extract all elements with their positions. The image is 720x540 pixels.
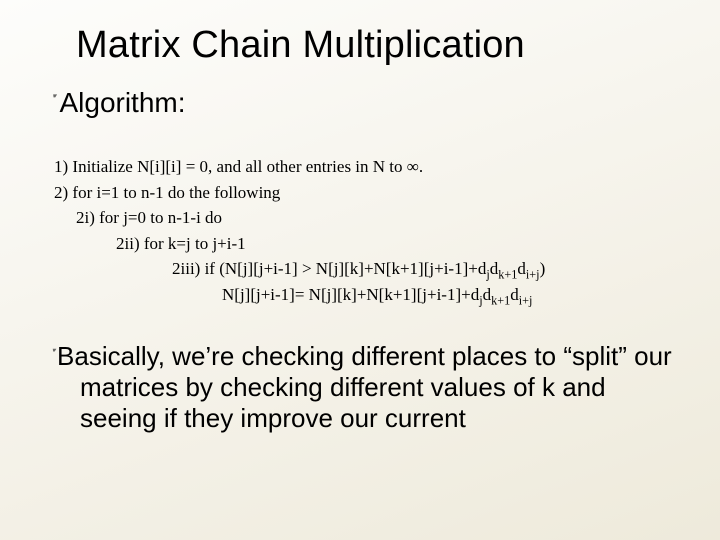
bullet-icon: ་ <box>48 345 53 371</box>
algo-l5-part-c: d <box>517 259 526 278</box>
algo-l6-sub3: i+j <box>519 293 533 307</box>
algo-l5-part-b: d <box>490 259 499 278</box>
algo-line-6: N[j][j+i-1]= N[j][k]+N[k+1][j+i-1]+djdk+… <box>54 282 684 308</box>
slide-title: Matrix Chain Multiplication <box>76 24 684 67</box>
algo-line-4: 2ii) for k=j to j+i-1 <box>54 231 684 257</box>
algo-l5-sub3: i+j <box>526 267 540 281</box>
closing-lead: Basically, <box>57 341 165 371</box>
algo-l5-part-a: 2iii) if (N[j][j+i-1] > N[j][k]+N[k+1][j… <box>172 259 486 278</box>
algo-l6-part-a: N[j][j+i-1]= N[j][k]+N[k+1][j+i-1]+d <box>222 285 479 304</box>
algo-line-3: 2i) for j=0 to n-1-i do <box>54 205 684 231</box>
algo-line-1: 1) Initialize N[i][i] = 0, and all other… <box>54 154 684 180</box>
slide: Matrix Chain Multiplication ་ Algorithm:… <box>0 0 720 540</box>
algo-line-5: 2iii) if (N[j][j+i-1] > N[j][k]+N[k+1][j… <box>54 256 684 282</box>
algorithm-pseudocode: 1) Initialize N[i][i] = 0, and all other… <box>48 154 684 307</box>
algo-line-2: 2) for i=1 to n-1 do the following <box>54 180 684 206</box>
algo-l6-sub2: k+1 <box>491 293 510 307</box>
algo-l5-part-d: ) <box>540 259 546 278</box>
algo-l5-sub2: k+1 <box>498 267 517 281</box>
bullet-icon: ་ <box>48 91 53 117</box>
closing-paragraph: ་Basically, we’re checking different pla… <box>48 341 684 435</box>
algo-l6-part-b: d <box>483 285 492 304</box>
algo-l6-part-c: d <box>510 285 519 304</box>
algorithm-heading: Algorithm: <box>59 85 185 120</box>
closing-rest: we’re checking different places to “spli… <box>80 341 672 433</box>
algorithm-heading-row: ་ Algorithm: <box>48 85 684 120</box>
